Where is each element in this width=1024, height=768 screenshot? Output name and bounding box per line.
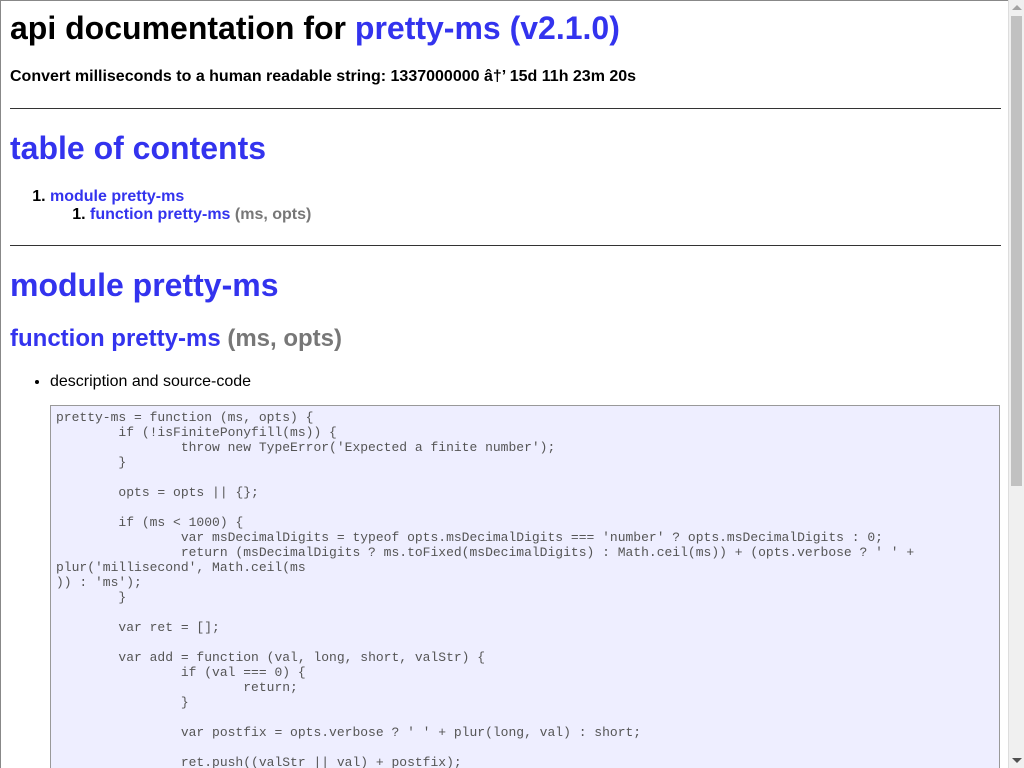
vertical-scrollbar[interactable] [1008, 0, 1024, 768]
toc-item-function: function pretty-ms (ms, opts) [90, 206, 311, 224]
function-signature: (ms, opts) [227, 325, 343, 352]
divider [10, 245, 1001, 246]
source-code-block: pretty-ms = function (ms, opts) { if (!i… [50, 405, 1000, 768]
toc-sublist: function pretty-ms (ms, opts) [50, 206, 311, 224]
divider [10, 108, 1001, 109]
function-detail-list: description and source-code [10, 373, 251, 391]
package-title-link[interactable]: pretty-ms (v2.1.0) [355, 10, 620, 46]
module-heading-link[interactable]: module pretty-ms [10, 267, 278, 303]
page-viewport: api documentation for pretty-ms (v2.1.0)… [0, 0, 1008, 768]
page-title: api documentation for pretty-ms (v2.1.0) [10, 9, 620, 47]
scroll-up-arrow-icon[interactable] [1012, 5, 1022, 10]
toc-heading-link[interactable]: table of contents [10, 130, 266, 166]
toc-list: module pretty-ms function pretty-ms (ms,… [10, 188, 311, 224]
scrollbar-thumb[interactable] [1011, 16, 1022, 486]
function-heading-link[interactable]: function pretty-ms [10, 325, 221, 352]
package-description: Convert milliseconds to a human readable… [10, 68, 637, 85]
toc-heading[interactable]: table of contents [10, 129, 266, 167]
toc-function-signature: (ms, opts) [234, 206, 312, 223]
description-bullet: description and source-code [50, 373, 251, 391]
toc-link-function-pretty-ms[interactable]: function pretty-ms [90, 206, 230, 223]
page-title-prefix: api documentation for [10, 10, 355, 46]
function-heading: function pretty-ms (ms, opts) [10, 325, 342, 353]
toc-link-module-pretty-ms[interactable]: module pretty-ms [50, 188, 184, 205]
toc-item-module: module pretty-ms function pretty-ms (ms,… [50, 188, 311, 224]
scroll-down-arrow-icon[interactable] [1012, 758, 1022, 763]
module-heading[interactable]: module pretty-ms [10, 266, 278, 304]
